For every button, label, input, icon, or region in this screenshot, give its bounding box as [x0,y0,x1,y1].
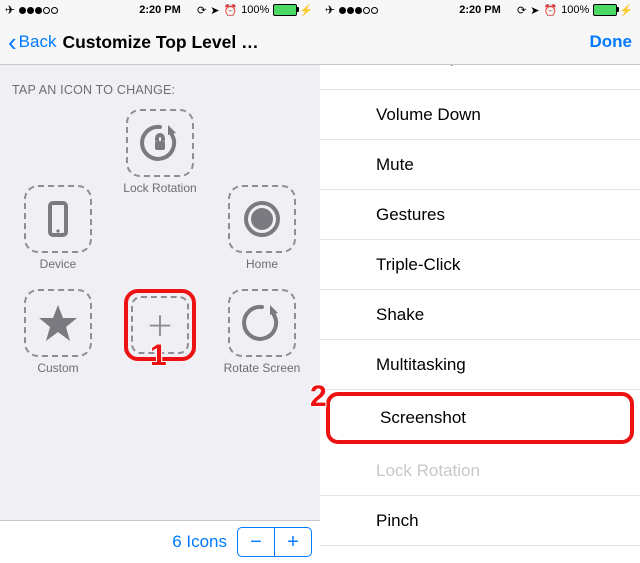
slot-label: Device [18,257,98,271]
nav-bar: Done [320,20,640,65]
list-item[interactable]: Double Tap [320,546,640,563]
location-icon: ➤ [210,4,219,17]
back-button[interactable]: ‹ Back [8,32,56,52]
list-item[interactable]: Gestures [320,190,640,240]
charging-icon: ⚡ [619,4,633,17]
list-item[interactable]: Triple-Click [320,240,640,290]
nav-bar: ‹ Back Customize Top Level Menu... [0,20,320,65]
rotate-screen-icon [240,301,284,345]
callout-1: 1 [150,339,167,373]
airplane-icon: ✈ [325,3,335,17]
phone-left: ✈ 2:20 PM ⟳ ➤ ⏰ 100% ⚡ ‹ Back Customize … [0,0,321,563]
icon-count-stepper: − + [237,527,312,557]
list-item[interactable]: Volume Down [320,90,640,140]
location-icon: ➤ [530,4,539,17]
stepper-plus[interactable]: + [275,528,311,556]
footer-bar: 6 Icons − + [0,520,320,563]
slot-label: Home [222,257,302,271]
hint-label: TAP AN ICON TO CHANGE: [12,83,314,97]
home-icon [240,197,284,241]
rotation-lock-icon: ⟳ [197,4,206,17]
icon-count-label: 6 Icons [172,532,227,552]
alarm-icon: ⏰ [223,4,237,17]
star-icon [36,301,80,345]
status-bar: ✈ 2:20 PM ⟳ ➤ ⏰ 100% ⚡ [320,0,640,20]
list-item[interactable]: Volume Up [320,65,640,90]
alarm-icon: ⏰ [543,4,557,17]
back-label: Back [19,32,57,52]
callout-2: 2 [310,380,327,414]
rotation-lock-icon: ⟳ [517,4,526,17]
phone-right: ✈ 2:20 PM ⟳ ➤ ⏰ 100% ⚡ Done Volume Up Vo… [320,0,640,563]
stepper-minus[interactable]: − [238,528,275,556]
battery-icon [273,4,297,16]
list-item[interactable]: Pinch [320,496,640,546]
list-item[interactable]: Shake [320,290,640,340]
list-item[interactable]: Mute [320,140,640,190]
signal-dots [19,7,58,14]
slot-lock-rotation[interactable]: Lock Rotation [120,109,200,195]
icon-grid: Lock Rotation Device [6,103,314,423]
charging-icon: ⚡ [299,4,313,17]
battery-icon [593,4,617,16]
list-item-screenshot[interactable]: Screenshot [326,392,634,444]
slot-custom[interactable]: Custom [18,289,98,375]
slot-label: Custom [18,361,98,375]
status-bar: ✈ 2:20 PM ⟳ ➤ ⏰ 100% ⚡ [0,0,320,20]
airplane-icon: ✈ [5,3,15,17]
slot-home[interactable]: Home [222,185,302,271]
device-icon [36,197,80,241]
list-item: Lock Rotation [320,446,640,496]
list-item[interactable]: Multitasking [320,340,640,390]
slot-rotate-screen[interactable]: Rotate Screen [222,289,302,375]
customize-area: TAP AN ICON TO CHANGE: Lock Rotation [0,65,320,532]
slot-label: Rotate Screen [222,361,302,375]
signal-dots [339,7,378,14]
slot-label: Lock Rotation [120,181,200,195]
page-title: Customize Top Level Menu... [62,32,272,53]
slot-device[interactable]: Device [18,185,98,271]
lock-rotation-icon [138,121,182,165]
battery-pct: 100% [241,4,269,16]
action-list[interactable]: Volume Up Volume Down Mute Gestures Trip… [320,65,640,563]
done-button[interactable]: Done [590,32,633,52]
battery-pct: 100% [561,4,589,16]
